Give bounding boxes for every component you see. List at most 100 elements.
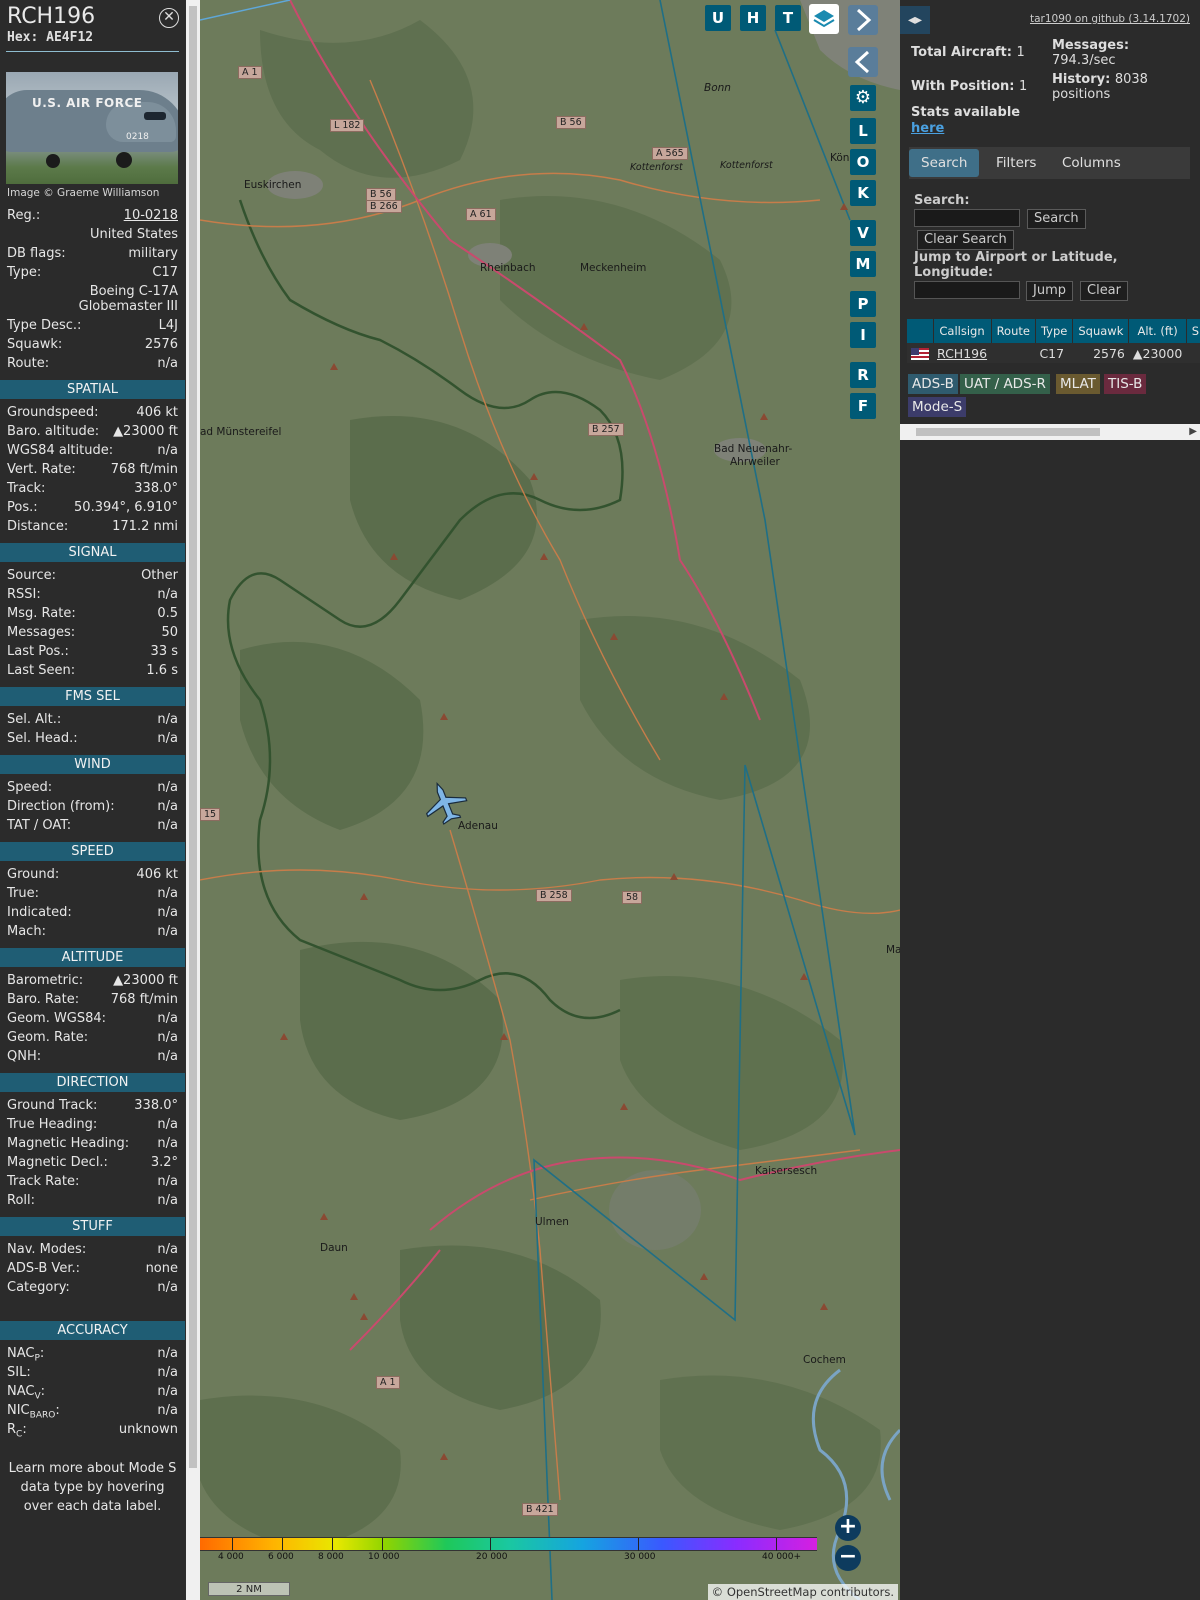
- clear-button[interactable]: Clear: [1080, 281, 1128, 301]
- map-button-v[interactable]: V: [850, 220, 876, 246]
- map-button-f[interactable]: F: [850, 393, 876, 419]
- info-row-label[interactable]: Baro. Rate:: [7, 990, 79, 1009]
- column-header-route[interactable]: Route: [991, 319, 1036, 343]
- map-attribution[interactable]: © OpenStreetMap contributors.: [707, 1584, 898, 1600]
- column-header-altitude[interactable]: Alt. (ft): [1128, 319, 1187, 343]
- info-row-label[interactable]: SIL:: [7, 1363, 31, 1382]
- info-row-label-wrap[interactable]: NACV:: [7, 1382, 45, 1402]
- jump-input[interactable]: [914, 281, 1020, 299]
- info-row-label[interactable]: Category:: [7, 1278, 70, 1297]
- column-header-callsign[interactable]: Callsign: [933, 319, 992, 343]
- info-row-label[interactable]: Sel. Alt.:: [7, 710, 61, 729]
- aircraft-marker-icon[interactable]: [422, 780, 468, 826]
- info-row-label[interactable]: Magnetic Heading:: [7, 1134, 129, 1153]
- column-header-type[interactable]: Type: [1035, 319, 1074, 343]
- info-row-label[interactable]: True Heading:: [7, 1115, 97, 1134]
- map-button-h[interactable]: H: [740, 5, 766, 31]
- info-row-label[interactable]: NAC: [7, 1384, 34, 1399]
- info-row-label[interactable]: NAC: [7, 1346, 34, 1361]
- column-header-squawk[interactable]: Squawk: [1072, 319, 1130, 343]
- table-horizontal-scrollbar[interactable]: ▶: [900, 424, 1200, 440]
- info-row-label[interactable]: NIC: [7, 1403, 30, 1418]
- tab-columns[interactable]: Columns: [1050, 149, 1133, 177]
- info-row-label[interactable]: Geom. Rate:: [7, 1028, 88, 1047]
- info-row-label[interactable]: Reg.:: [7, 206, 40, 225]
- info-row-label[interactable]: Roll:: [7, 1191, 35, 1210]
- table-row[interactable]: RCH196 C17 2576 ▲23000: [907, 343, 1200, 363]
- map-button-u[interactable]: U: [705, 5, 731, 31]
- zoom-in-button[interactable]: +: [835, 1515, 861, 1541]
- info-row-label[interactable]: True:: [7, 884, 39, 903]
- info-row-label[interactable]: R: [7, 1422, 16, 1437]
- info-row-label[interactable]: Pos.:: [7, 498, 38, 517]
- info-row-label[interactable]: Squawk:: [7, 335, 62, 354]
- info-scrollbar-thumb[interactable]: [189, 6, 197, 1468]
- map-button-o[interactable]: O: [850, 149, 876, 175]
- info-row-label[interactable]: Nav. Modes:: [7, 1240, 86, 1259]
- info-row-value[interactable]: 10-0218: [124, 206, 178, 225]
- clear-search-button[interactable]: Clear Search: [917, 230, 1014, 250]
- info-row-label[interactable]: Route:: [7, 354, 49, 373]
- scrollbar-thumb[interactable]: [916, 428, 1100, 436]
- column-header-flag[interactable]: [907, 319, 934, 343]
- map-button-l[interactable]: L: [850, 118, 876, 144]
- info-row-label[interactable]: Speed:: [7, 778, 52, 797]
- search-input[interactable]: [914, 209, 1020, 227]
- info-row-label[interactable]: Distance:: [7, 517, 68, 536]
- info-row-label-wrap[interactable]: NICBARO:: [7, 1401, 60, 1421]
- map-button-i[interactable]: I: [850, 322, 876, 348]
- info-row-label[interactable]: Direction (from):: [7, 797, 115, 816]
- info-row-label-wrap[interactable]: NACP:: [7, 1344, 44, 1364]
- info-row-label[interactable]: Last Seen:: [7, 661, 75, 680]
- info-row-label[interactable]: Baro. altitude:: [7, 422, 99, 441]
- info-row-label[interactable]: TAT / OAT:: [7, 816, 71, 835]
- scroll-right-icon[interactable]: ▶: [1189, 426, 1197, 437]
- cell-callsign[interactable]: RCH196: [933, 343, 992, 363]
- info-row-label[interactable]: Indicated:: [7, 903, 72, 922]
- column-header-speed[interactable]: Spd: [1186, 319, 1200, 343]
- info-row-label[interactable]: Groundspeed:: [7, 403, 98, 422]
- tab-search[interactable]: Search: [909, 149, 980, 177]
- info-row-label[interactable]: RSSI:: [7, 585, 41, 604]
- info-row-label[interactable]: Source:: [7, 566, 56, 585]
- info-row-label[interactable]: DB flags:: [7, 244, 66, 263]
- info-row-label[interactable]: Ground Track:: [7, 1096, 97, 1115]
- chevron-left-icon[interactable]: [848, 47, 878, 77]
- info-row-label[interactable]: QNH:: [7, 1047, 41, 1066]
- map-button-t[interactable]: T: [775, 5, 801, 31]
- info-scrollbar[interactable]: [186, 0, 200, 1600]
- info-row-label[interactable]: Track Rate:: [7, 1172, 79, 1191]
- map-button-m[interactable]: M: [850, 251, 876, 277]
- info-row-label[interactable]: Msg. Rate:: [7, 604, 76, 623]
- search-button[interactable]: Search: [1027, 209, 1086, 229]
- info-row-label[interactable]: Sel. Head.:: [7, 729, 78, 748]
- info-row-label[interactable]: ADS-B Ver.:: [7, 1259, 80, 1278]
- expand-collapse-icon[interactable]: ◂▸: [900, 6, 930, 34]
- gear-icon[interactable]: ⚙: [850, 85, 876, 111]
- map-view[interactable]: Euskirchen Rheinbach Meckenheim Bonn Kot…: [200, 0, 900, 1600]
- info-row-label[interactable]: Messages:: [7, 623, 75, 642]
- info-row-label[interactable]: Ground:: [7, 865, 59, 884]
- info-row-label[interactable]: Mach:: [7, 922, 46, 941]
- info-row-label[interactable]: Type Desc.:: [7, 316, 81, 335]
- map-button-p[interactable]: P: [850, 291, 876, 317]
- info-row-label[interactable]: Geom. WGS84:: [7, 1009, 106, 1028]
- chevron-right-icon[interactable]: [848, 5, 878, 35]
- jump-button[interactable]: Jump: [1026, 281, 1073, 301]
- layers-icon[interactable]: [809, 4, 839, 34]
- github-link[interactable]: tar1090 on github (3.14.1702): [1030, 13, 1190, 25]
- info-row-label[interactable]: Type:: [7, 263, 41, 282]
- stats-link[interactable]: here: [911, 121, 944, 136]
- info-row-label[interactable]: WGS84 altitude:: [7, 441, 113, 460]
- info-row-label[interactable]: Barometric:: [7, 971, 83, 990]
- map-button-r[interactable]: R: [850, 362, 876, 388]
- info-row-label[interactable]: Track:: [7, 479, 45, 498]
- tab-filters[interactable]: Filters: [984, 149, 1048, 177]
- info-row-label[interactable]: Vert. Rate:: [7, 460, 76, 479]
- close-icon[interactable]: ✕: [159, 8, 179, 28]
- info-row-label[interactable]: Magnetic Decl.:: [7, 1153, 108, 1172]
- zoom-out-button[interactable]: −: [835, 1545, 861, 1571]
- info-row-label[interactable]: Last Pos.:: [7, 642, 69, 661]
- aircraft-photo[interactable]: U.S. AIR FORCE 0218: [6, 72, 178, 184]
- map-button-k[interactable]: K: [850, 180, 876, 206]
